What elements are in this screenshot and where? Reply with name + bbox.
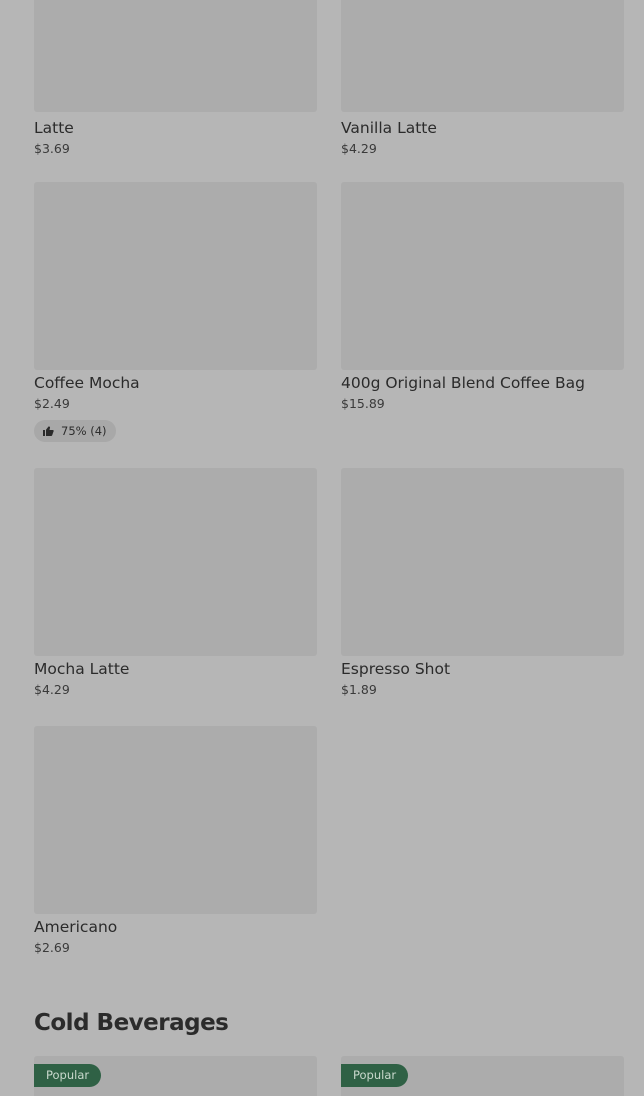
product-card-coffee-mocha[interactable]: Coffee Mocha $2.49: [34, 182, 317, 412]
product-name: Mocha Latte: [34, 660, 130, 678]
product-price: $15.89: [341, 396, 385, 411]
product-name: Latte: [34, 119, 74, 137]
product-card-mocha-latte[interactable]: Mocha Latte $4.29: [34, 468, 317, 698]
product-name: 400g Original Blend Coffee Bag: [341, 374, 585, 392]
product-image[interactable]: [341, 468, 624, 656]
product-card-vanilla-latte[interactable]: Vanilla Latte $4.29: [341, 115, 624, 157]
product-price: $4.29: [341, 141, 377, 156]
product-name: Americano: [34, 918, 118, 936]
product-image[interactable]: [34, 0, 317, 112]
product-price: $3.69: [34, 141, 70, 156]
popular-badge: Popular: [341, 1064, 409, 1087]
product-image[interactable]: [34, 726, 317, 914]
product-price: $2.69: [34, 940, 70, 955]
rating-text: 75% (4): [61, 424, 107, 438]
product-image[interactable]: [34, 468, 317, 656]
product-price: $2.49: [34, 396, 70, 411]
product-card-americano[interactable]: Americano $2.69: [34, 726, 317, 956]
thumbs-up-icon: [43, 426, 54, 436]
product-image[interactable]: [341, 182, 624, 370]
product-name: Vanilla Latte: [341, 119, 437, 137]
product-image[interactable]: [341, 0, 624, 112]
section-title-cold-beverages: Cold Beverages: [34, 1010, 229, 1036]
product-image[interactable]: [34, 182, 317, 370]
product-name: Coffee Mocha: [34, 374, 140, 392]
popular-badge: Popular: [34, 1064, 102, 1087]
product-card-coffee-bag[interactable]: 400g Original Blend Coffee Bag $15.89: [341, 182, 624, 412]
product-price: $1.89: [341, 682, 377, 697]
product-card-latte[interactable]: Latte $3.69: [34, 115, 317, 157]
product-price: $4.29: [34, 682, 70, 697]
product-card-espresso-shot[interactable]: Espresso Shot $1.89: [341, 468, 624, 698]
rating-badge: 75% (4): [34, 420, 116, 442]
product-name: Espresso Shot: [341, 660, 451, 678]
